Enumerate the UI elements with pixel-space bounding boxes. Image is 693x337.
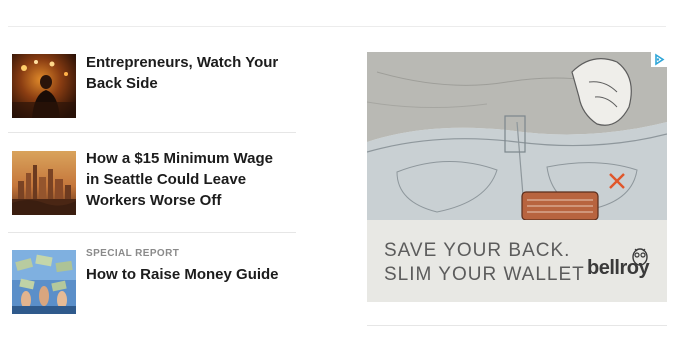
ad-headline-line-2: SLIM YOUR WALLET <box>384 264 585 285</box>
article-title-line: in Seattle Could Leave <box>86 171 247 188</box>
top-divider <box>8 26 666 27</box>
article-title-line: Back Side <box>86 75 158 92</box>
city-skyline-photo-icon <box>12 151 76 215</box>
bellroy-advertisement[interactable]: SAVE YOUR BACK. SLIM YOUR WALLET bellroy <box>367 52 667 302</box>
article-text: How a $15 Minimum Wage in Seattle Could … <box>86 148 296 211</box>
money-hands-photo-icon <box>12 250 76 314</box>
article-title-line: How to Raise Money Guide <box>86 266 279 283</box>
list-divider <box>8 132 296 133</box>
article-thumbnail[interactable] <box>12 250 76 314</box>
ad-choices-icon[interactable] <box>651 52 667 67</box>
article-text: Entrepreneurs, Watch Your Back Side <box>86 52 296 94</box>
wallet-pocket-illustration-icon <box>367 52 667 232</box>
article-title[interactable]: How a $15 Minimum Wage in Seattle Could … <box>86 148 296 211</box>
article-title[interactable]: Entrepreneurs, Watch Your Back Side <box>86 52 296 94</box>
list-divider <box>8 232 296 233</box>
article-title-line: How a $15 Minimum Wage <box>86 150 273 167</box>
article-title[interactable]: How to Raise Money Guide <box>86 264 296 285</box>
article-text: SPECIAL REPORT How to Raise Money Guide <box>86 248 296 285</box>
ad-headline-line-1: SAVE YOUR BACK. <box>384 240 571 261</box>
article-thumbnail[interactable] <box>12 54 76 118</box>
brand-logo: bellroy <box>587 257 650 279</box>
article-thumbnail[interactable] <box>12 151 76 215</box>
article-title-line: Workers Worse Off <box>86 192 222 209</box>
article-title-line: Entrepreneurs, Watch Your <box>86 54 279 71</box>
section-kicker: SPECIAL REPORT <box>86 248 180 259</box>
ad-bottom-divider <box>367 325 667 326</box>
dim-bar-photo-icon <box>12 54 76 118</box>
